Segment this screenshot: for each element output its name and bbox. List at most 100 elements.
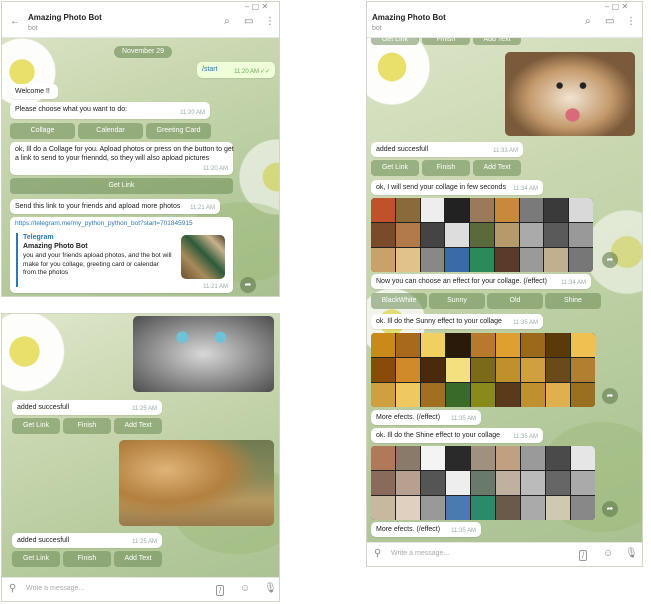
message-time: 11:20 AM	[203, 165, 228, 172]
share-arrow-icon[interactable]: ➦	[240, 277, 256, 293]
paperclip-icon[interactable]: ⚲	[9, 583, 16, 594]
sidebar-toggle-icon[interactable]: ▭	[605, 16, 614, 27]
more-vertical-icon[interactable]: ⋮	[265, 16, 275, 27]
link-preview[interactable]: Telegram Amazing Photo Bot you and your …	[16, 233, 226, 287]
chat-header: – ▢ ✕ ← Amazing Photo Bot bot ⌕ ▭ ⋮	[2, 2, 279, 38]
photo-lioness	[119, 440, 274, 526]
shine-effect-button[interactable]: Shine	[545, 293, 601, 309]
message-collage-info: ok, Ill do a Collage for you. Apload pho…	[10, 142, 234, 175]
message-text: Please choose what you want to do:	[15, 106, 128, 113]
message-time: 11:20 AM	[234, 68, 259, 75]
message-link-preview: https://telegram.me/my_python_python_bot…	[10, 217, 233, 293]
command-icon[interactable]: /	[579, 550, 588, 561]
message-input[interactable]: Write a message...	[391, 550, 449, 557]
preview-description: you and your friends apload photos, and …	[23, 251, 172, 277]
paperclip-icon[interactable]: ⚲	[374, 548, 381, 559]
message-text: More efects. (/effect)	[376, 526, 441, 533]
message-text: More efects. (/effect)	[376, 414, 441, 421]
greeting-card-button[interactable]: Greeting Card	[146, 123, 211, 139]
chat-window-start: – ▢ ✕ ← Amazing Photo Bot bot ⌕ ▭ ⋮ Nove…	[1, 1, 280, 297]
photo-dog	[505, 52, 635, 136]
double-check-icon: ✓✓	[259, 68, 270, 75]
share-arrow-icon[interactable]: ➦	[602, 388, 618, 404]
message-choose: Please choose what you want to do: 11:20…	[10, 102, 210, 119]
collage-image	[371, 198, 593, 272]
start-command[interactable]: /start	[202, 66, 218, 73]
add-text-button[interactable]: Add Text	[114, 418, 162, 434]
microphone-icon[interactable]: 🎙	[264, 583, 277, 594]
message-text: added succesfull	[17, 404, 70, 411]
message-time: 11:20 AM	[180, 109, 205, 116]
message-start: /start 11:20 AM ✓✓	[197, 62, 275, 78]
old-effect-button[interactable]: Old	[487, 293, 543, 309]
collage-button[interactable]: Collage	[10, 123, 75, 139]
message-time: 11:35 AM	[513, 433, 538, 440]
blackwhite-effect-button[interactable]: BlackWhite	[371, 293, 427, 309]
get-link-button[interactable]: Get Link	[371, 160, 419, 176]
message-added: added succesfull 11:33 AM	[371, 142, 523, 157]
share-arrow-icon[interactable]: ➦	[602, 501, 618, 517]
chat-window-uploads: added succesfull 11:25 AM Get Link Finis…	[1, 313, 280, 602]
message-added-2: added succesfull 11:25 AM	[12, 533, 162, 548]
sunny-effect-button[interactable]: Sunny	[429, 293, 485, 309]
message-sunny: ok. Ill do the Sunny effect to your coll…	[371, 314, 543, 329]
window-controls[interactable]: – ▢ ✕	[245, 2, 268, 11]
chat-status: bot	[372, 25, 382, 32]
finish-button[interactable]: Finish	[422, 160, 470, 176]
photo-cat	[133, 316, 274, 392]
message-text: Welcome !!	[15, 88, 50, 95]
message-added-1: added succesfull 11:25 AM	[12, 400, 162, 415]
message-more-effects-2: More efects. (/effect) 11:35 AM	[371, 522, 481, 537]
message-time: 11:34 AM	[561, 279, 586, 286]
search-icon[interactable]: ⌕	[585, 16, 591, 27]
message-text: ok, Ill do a Collage for you. Apload pho…	[15, 146, 234, 163]
preview-thumbnail	[181, 235, 225, 279]
message-time: 11:35 AM	[451, 527, 476, 534]
message-input[interactable]: Write a message...	[26, 585, 84, 592]
message-text: ok. Ill do the Sunny effect to your coll…	[376, 318, 502, 325]
message-send-collage: ok, I will send your collage in few seco…	[371, 180, 543, 195]
message-time: 11:33 AM	[493, 147, 518, 154]
more-vertical-icon[interactable]: ⋮	[626, 16, 636, 27]
chat-title: Amazing Photo Bot	[372, 13, 446, 22]
message-text: added succesfull	[376, 146, 429, 153]
message-welcome: Welcome !!	[10, 84, 58, 99]
get-link-button[interactable]: Get Link	[12, 418, 60, 434]
message-shine: ok. Ill do the Shine effect to your coll…	[371, 428, 543, 443]
chat-header: – ▢ ✕ Amazing Photo Bot bot ⌕ ▭ ⋮	[367, 2, 642, 38]
command-icon[interactable]: /	[216, 585, 225, 596]
back-arrow-icon[interactable]: ←	[10, 16, 20, 27]
share-arrow-icon[interactable]: ➦	[602, 252, 618, 268]
message-time: 11:25 AM	[132, 405, 157, 412]
chat-title: Amazing Photo Bot	[28, 13, 102, 22]
message-more-effects-1: More efects. (/effect) 11:35 AM	[371, 410, 481, 425]
sidebar-toggle-icon[interactable]: ▭	[244, 16, 253, 27]
message-effect-choose: Now you can choose an effect for your co…	[371, 274, 591, 289]
add-text-button[interactable]: Add Text	[114, 551, 162, 567]
add-text-button[interactable]: Add Text	[473, 160, 521, 176]
daisy-decoration	[2, 32, 62, 112]
finish-button[interactable]: Finish	[63, 418, 111, 434]
message-send-link: Send this link to your friends and aploa…	[10, 199, 220, 214]
collage-shine-image	[371, 446, 595, 520]
daisy-decoration	[2, 314, 72, 399]
search-icon[interactable]: ⌕	[224, 16, 230, 27]
collage-sunny-image	[371, 333, 595, 407]
message-text: Send this link to your friends and aploa…	[15, 203, 181, 210]
window-controls[interactable]: – ▢ ✕	[605, 2, 628, 11]
date-chip: November 29	[114, 46, 173, 58]
message-text: Now you can choose an effect for your co…	[376, 278, 547, 285]
bot-link[interactable]: https://telegram.me/my_python_python_bot…	[15, 220, 228, 229]
message-time: 11:21 AM	[190, 204, 215, 211]
get-link-button[interactable]: Get Link	[10, 178, 233, 194]
message-text: added succesfull	[17, 537, 70, 544]
finish-button[interactable]: Finish	[63, 551, 111, 567]
message-time: 11:35 AM	[451, 415, 476, 422]
emoji-icon[interactable]: ☺	[240, 583, 250, 594]
message-time: 11:34 AM	[513, 185, 538, 192]
microphone-icon[interactable]: 🎙	[625, 548, 638, 559]
emoji-icon[interactable]: ☺	[603, 548, 613, 559]
message-input-bar: ⚲ Write a message... / ☺ 🎙	[2, 577, 279, 601]
get-link-button[interactable]: Get Link	[12, 551, 60, 567]
calendar-button[interactable]: Calendar	[78, 123, 143, 139]
